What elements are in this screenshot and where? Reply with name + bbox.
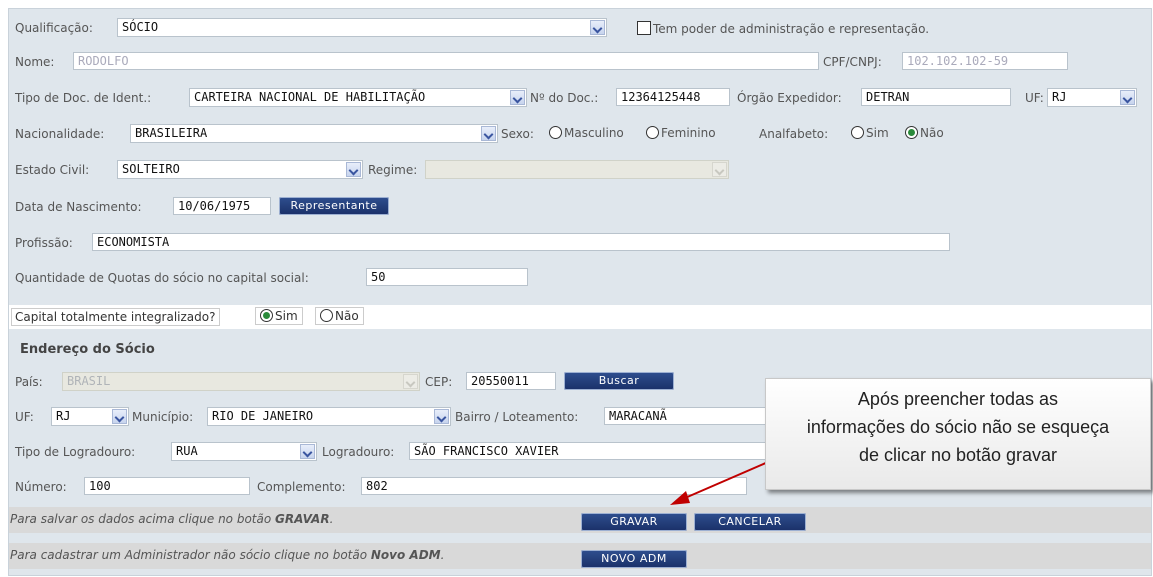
callout-arrow-line bbox=[684, 461, 769, 499]
callout-line-3: de clicar no botão gravar bbox=[858, 445, 1058, 465]
callout-arrow-head bbox=[670, 491, 690, 505]
callout-line-1: Após preencher todas as bbox=[857, 389, 1059, 409]
callout-box: Após preencher todas as informações do s… bbox=[765, 378, 1151, 490]
callout-line-2: informações do sócio não se esqueça bbox=[806, 417, 1110, 437]
callout-arrow bbox=[670, 461, 769, 505]
